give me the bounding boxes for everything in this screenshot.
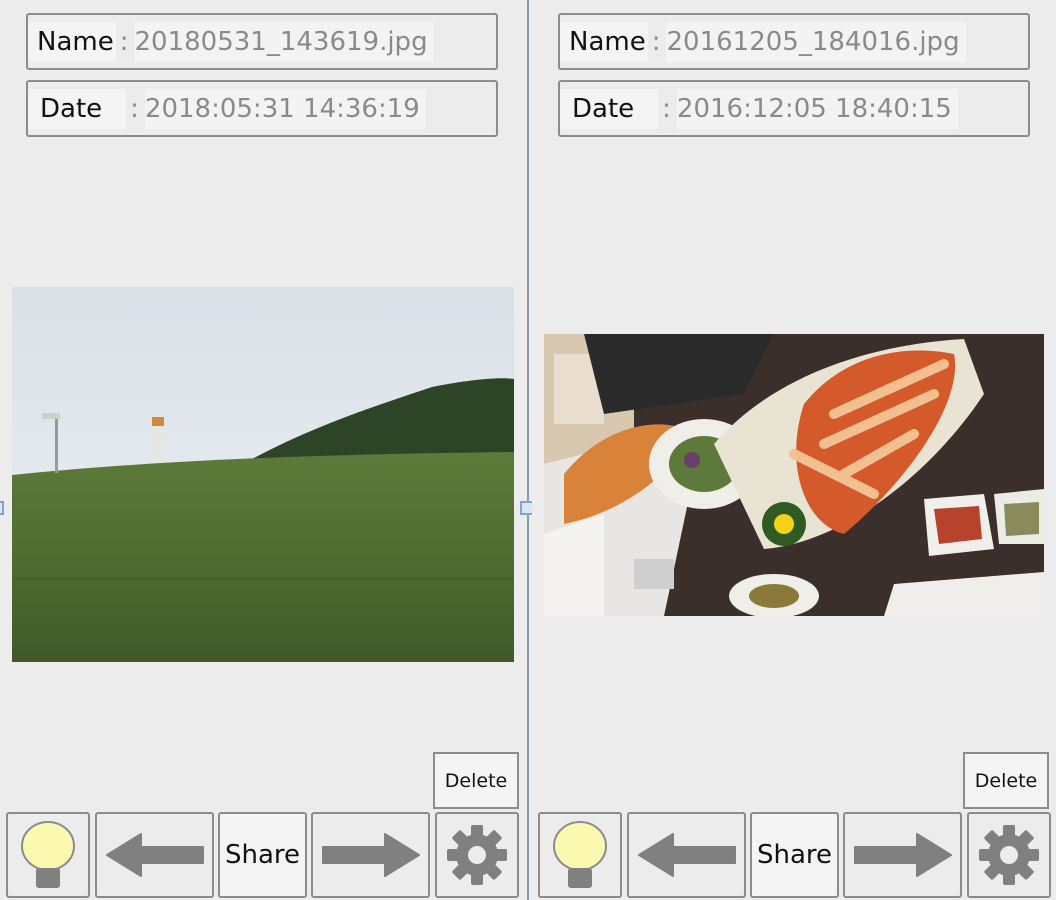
arrow-right-icon (853, 833, 952, 877)
bulb-button[interactable] (538, 812, 622, 898)
bottom-toolbar: Share (0, 812, 527, 900)
date-label: Date (560, 88, 659, 129)
gear-icon (447, 825, 507, 885)
name-field: Name : 20161205_184016.jpg (558, 13, 1030, 70)
left-panel: Name : 20180531_143619.jpg Date : 2018:0… (0, 0, 527, 900)
delete-button[interactable]: Delete (963, 752, 1049, 809)
left-resize-handle[interactable] (0, 501, 4, 515)
share-button[interactable]: Share (218, 812, 307, 898)
date-value: 2018:05:31 14:36:19 (144, 88, 426, 129)
share-button[interactable]: Share (750, 812, 839, 898)
bulb-button[interactable] (6, 812, 90, 898)
arrow-right-icon (321, 833, 420, 877)
name-separator: : (651, 26, 661, 57)
date-separator: : (662, 93, 671, 124)
photo-crab-feast[interactable] (544, 334, 1044, 616)
previous-button[interactable] (627, 812, 746, 898)
delete-button[interactable]: Delete (433, 752, 519, 809)
name-separator: : (119, 26, 129, 57)
right-panel: Name : 20161205_184016.jpg Date : 2016:1… (532, 0, 1056, 900)
name-value: 20161205_184016.jpg (666, 21, 966, 62)
bulb-icon (553, 821, 607, 888)
bulb-icon (21, 821, 75, 888)
bottom-toolbar: Share (532, 812, 1056, 900)
gear-icon (979, 825, 1039, 885)
splitter-line (527, 0, 529, 900)
name-label: Name (560, 21, 648, 62)
photo-grass-hill[interactable] (12, 287, 514, 662)
date-separator: : (130, 93, 139, 124)
name-field: Name : 20180531_143619.jpg (26, 13, 498, 70)
name-label: Name (28, 21, 116, 62)
name-value: 20180531_143619.jpg (134, 21, 434, 62)
next-button[interactable] (843, 812, 962, 898)
date-label: Date (28, 88, 127, 129)
arrow-left-icon (105, 833, 204, 877)
previous-button[interactable] (95, 812, 214, 898)
next-button[interactable] (311, 812, 430, 898)
date-field: Date : 2018:05:31 14:36:19 (26, 80, 498, 137)
settings-button[interactable] (435, 812, 519, 898)
settings-button[interactable] (967, 812, 1051, 898)
date-field: Date : 2016:12:05 18:40:15 (558, 80, 1030, 137)
arrow-left-icon (637, 833, 736, 877)
date-value: 2016:12:05 18:40:15 (676, 88, 958, 129)
